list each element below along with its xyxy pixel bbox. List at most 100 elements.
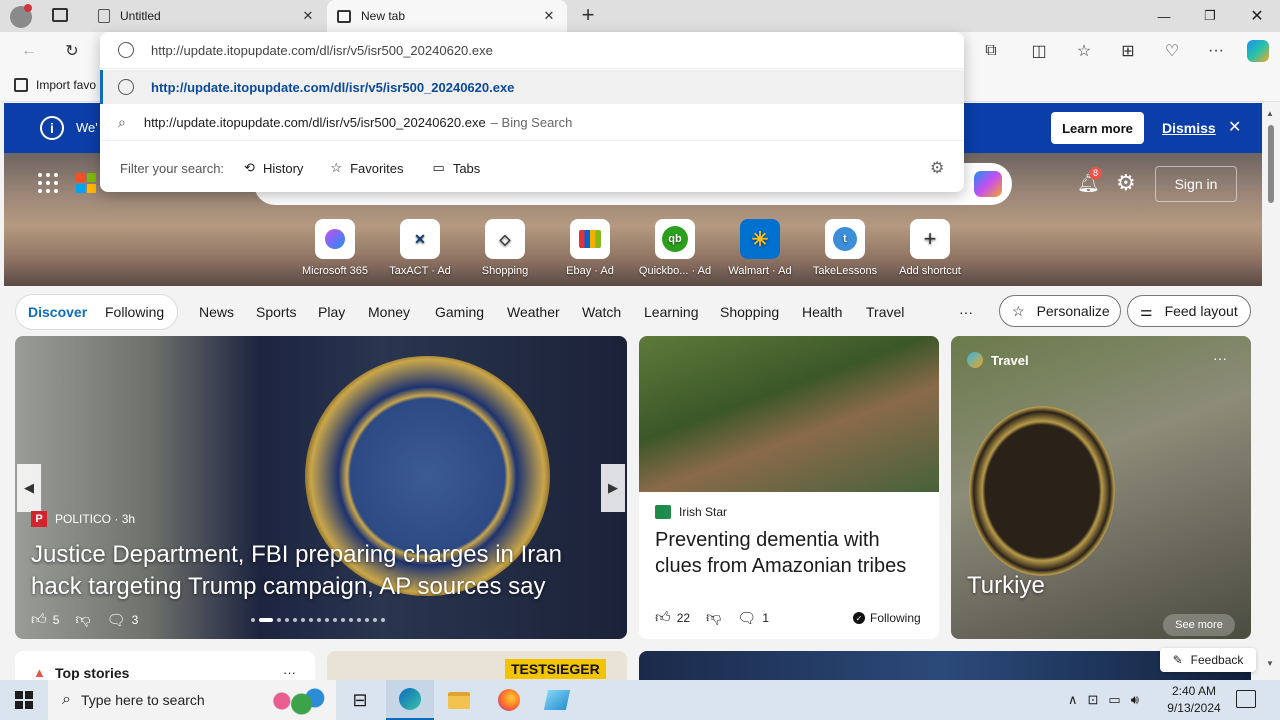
shortcut-taxact[interactable]: ✕ TaxACT · Ad (380, 219, 460, 277)
settings-icon[interactable]: ⚙ (1116, 170, 1136, 196)
more-nav-icon[interactable]: ··· (959, 304, 973, 320)
edge-icon[interactable] (386, 680, 434, 720)
hero-headline[interactable]: Justice Department, FBI preparing charge… (31, 539, 601, 603)
filter-tabs[interactable]: ▭ Tabs (433, 160, 481, 176)
windows-start-icon[interactable] (0, 680, 48, 720)
page-scrollbar[interactable]: ▲ ▼ (1262, 103, 1280, 680)
story-headline[interactable]: Preventing dementia with clues from Amaz… (655, 527, 925, 579)
close-icon[interactable]: ✕ (300, 8, 316, 24)
more-options-icon[interactable]: ··· (283, 665, 296, 680)
nav-play[interactable]: Play (318, 304, 345, 320)
tab-actions-icon[interactable] (52, 8, 68, 22)
feed-layout-button[interactable]: ⚌ Feed layout (1127, 295, 1251, 327)
favorites-icon[interactable]: ☆ (1069, 36, 1099, 66)
following-badge[interactable]: ✓ Following (853, 611, 921, 625)
maximize-button[interactable]: ❐ (1187, 0, 1233, 32)
window-close-button[interactable]: ✕ (1234, 0, 1280, 32)
scroll-thumb[interactable] (1268, 125, 1274, 203)
refresh-icon[interactable]: ↻ (57, 36, 87, 66)
personalize-button[interactable]: ☆ Personalize (999, 295, 1121, 327)
meet-now-icon[interactable]: ⊡ (1088, 692, 1099, 708)
shortcut-add[interactable]: + Add shortcut (890, 219, 970, 277)
scroll-up-arrow[interactable]: ▲ (1266, 109, 1274, 118)
more-options-icon[interactable]: ··· (1201, 36, 1231, 66)
new-tab-button[interactable]: + (576, 2, 600, 30)
shortcut-takelessons[interactable]: t TakeLessons (805, 219, 885, 277)
ad-card[interactable]: TESTSIEGER (327, 651, 627, 680)
feedback-button[interactable]: ✎ Feedback (1160, 648, 1256, 672)
shortcut-ebay[interactable]: Ebay · Ad (550, 219, 630, 277)
hero-story-card[interactable]: ◀ ▶ P POLITICO · 3h Justice Department, … (15, 336, 627, 639)
tab-new-tab[interactable]: New tab ✕ (327, 0, 567, 32)
minimize-button[interactable]: — (1141, 0, 1187, 32)
like-icon[interactable]: 👍︎ (31, 611, 47, 629)
nav-sports[interactable]: Sports (256, 304, 296, 320)
sign-in-button[interactable]: Sign in (1155, 166, 1237, 202)
firefox-icon[interactable] (485, 680, 533, 720)
prev-arrow[interactable]: ◀ (17, 464, 41, 512)
shortcut-shopping[interactable]: ◇ Shopping (465, 219, 545, 277)
more-options-icon[interactable]: ··· (1213, 350, 1227, 366)
suggestion-search[interactable]: ⌕ http://update.itopupdate.com/dl/isr/v5… (100, 105, 964, 141)
learn-more-button[interactable]: Learn more (1051, 112, 1144, 144)
tab-discover[interactable]: Discover (28, 304, 87, 320)
profile-icon[interactable] (10, 4, 32, 28)
tab-untitled[interactable]: Untitled ✕ (88, 0, 326, 32)
volume-icon[interactable]: 🔊︎ (1131, 692, 1139, 708)
network-icon[interactable]: ▭ (1108, 692, 1120, 708)
settings-icon[interactable]: ⚙ (930, 158, 944, 178)
notifications-icon[interactable]: 🔔︎ 8 (1077, 167, 1102, 193)
apps-grid-icon[interactable] (38, 173, 58, 193)
story-title[interactable]: Turkiye (967, 572, 1045, 600)
extensions-icon[interactable]: ⧉ (976, 36, 1006, 66)
nav-money[interactable]: Money (368, 304, 410, 320)
tab-following[interactable]: Following (105, 304, 164, 320)
next-arrow[interactable]: ▶ (601, 464, 625, 512)
notepad-app-icon[interactable] (533, 680, 581, 720)
copilot-icon[interactable] (974, 171, 1002, 197)
comment-icon[interactable]: 🗨︎ (107, 611, 126, 629)
search-filters: Filter your search: ⟲ History ☆ Favorite… (100, 152, 964, 184)
clock[interactable]: 2:40 AM 9/13/2024 (1164, 683, 1224, 717)
import-favorites-link[interactable]: Import favo (14, 78, 96, 92)
task-view-icon[interactable]: ⊟ (336, 680, 384, 720)
back-icon[interactable]: ← (14, 36, 44, 66)
nav-gaming[interactable]: Gaming (435, 304, 484, 320)
filter-history[interactable]: ⟲ History (244, 160, 303, 176)
dismiss-link[interactable]: Dismiss (1162, 120, 1216, 136)
nav-news[interactable]: News (199, 304, 234, 320)
dislike-icon[interactable]: 👎︎ (75, 611, 90, 629)
file-explorer-icon[interactable] (435, 680, 483, 720)
notification-center-icon[interactable] (1236, 690, 1256, 708)
shortcut-walmart[interactable]: ✳ Walmart · Ad (720, 219, 800, 277)
comment-icon[interactable]: 🗨︎ (737, 609, 756, 627)
close-icon[interactable]: ✕ (1228, 117, 1241, 137)
collections-icon[interactable]: ⊞ (1113, 36, 1143, 66)
nav-weather[interactable]: Weather (507, 304, 560, 320)
taskbar-search[interactable]: ⌕ Type here to search (48, 680, 336, 720)
carousel-dots[interactable] (251, 618, 385, 622)
story-card-travel[interactable]: Travel ··· Turkiye See more (951, 336, 1251, 639)
shortcut-microsoft-365[interactable]: Microsoft 365 (295, 219, 375, 277)
address-input[interactable]: http://update.itopupdate.com/dl/isr/v5/i… (100, 32, 964, 69)
nav-travel[interactable]: Travel (866, 304, 904, 320)
dislike-icon[interactable]: 👎︎ (706, 609, 721, 627)
copilot-icon[interactable] (1243, 36, 1273, 66)
story-card-dementia[interactable]: Irish Star Preventing dementia with clue… (639, 336, 939, 639)
chevron-up-icon[interactable]: ∧ (1068, 692, 1078, 708)
page-icon (98, 9, 110, 23)
nav-health[interactable]: Health (802, 304, 842, 320)
close-icon[interactable]: ✕ (541, 8, 557, 24)
nav-watch[interactable]: Watch (582, 304, 621, 320)
nav-shopping[interactable]: Shopping (720, 304, 779, 320)
performance-icon[interactable]: ♡ (1157, 36, 1187, 66)
shortcut-quickbooks[interactable]: qb Quickbo... · Ad (635, 219, 715, 277)
suggestion-url[interactable]: http://update.itopupdate.com/dl/isr/v5/i… (100, 70, 964, 104)
scroll-down-arrow[interactable]: ▼ (1266, 659, 1274, 668)
nav-learning[interactable]: Learning (644, 304, 699, 320)
history-icon: ⟲ (244, 160, 255, 175)
filter-favorites[interactable]: ☆ Favorites (330, 160, 403, 176)
see-more-button[interactable]: See more (1163, 614, 1235, 636)
like-icon[interactable]: 👍︎ (655, 609, 671, 627)
split-screen-icon[interactable]: ◫ (1024, 36, 1054, 66)
